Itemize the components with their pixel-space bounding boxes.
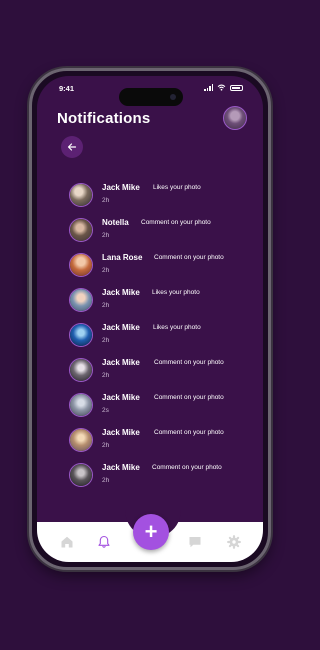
notification-item[interactable]: Jack Mike Comment on your photo 2h <box>69 463 253 493</box>
notification-name: Notella <box>102 218 129 227</box>
back-button[interactable] <box>61 136 83 158</box>
side-button <box>29 131 30 149</box>
avatar <box>69 218 93 242</box>
dynamic-island <box>119 88 183 106</box>
avatar <box>69 183 93 207</box>
notification-time: 2h <box>102 232 110 239</box>
avatar <box>69 253 93 277</box>
settings-icon[interactable] <box>226 534 242 550</box>
avatar <box>69 358 93 382</box>
status-bar: 9:41 <box>37 82 263 106</box>
notification-time: 2h <box>102 267 110 274</box>
notification-name: Jack Mike <box>102 323 140 332</box>
notification-action: Comment on your photo <box>141 219 211 226</box>
notification-time: 2h <box>102 337 110 344</box>
avatar <box>69 323 93 347</box>
home-icon[interactable] <box>59 534 75 550</box>
notification-name: Lana Rose <box>102 253 143 262</box>
notification-action: Comment on your photo <box>154 254 224 261</box>
notification-item[interactable]: Jack Mike Comment on your photo 2s <box>69 393 253 423</box>
notification-name: Jack Mike <box>102 463 140 472</box>
camera-icon <box>170 94 176 100</box>
notification-name: Jack Mike <box>102 183 140 192</box>
notification-time: 2h <box>102 477 110 484</box>
notification-item[interactable]: Lana Rose Comment on your photo 2h <box>69 253 253 283</box>
side-button <box>270 175 271 215</box>
notification-time: 2h <box>102 372 110 379</box>
app-screen: 9:41 Notifications Jack Mike Likes your … <box>37 76 263 562</box>
notification-action: Likes your photo <box>152 289 200 296</box>
side-button <box>29 195 30 223</box>
profile-avatar[interactable] <box>223 106 247 130</box>
notification-name: Jack Mike <box>102 358 140 367</box>
phone-frame: 9:41 Notifications Jack Mike Likes your … <box>29 68 271 570</box>
notification-time: 2h <box>102 197 110 204</box>
add-button[interactable]: + <box>133 514 169 550</box>
plus-icon: + <box>144 519 158 544</box>
notification-action: Comment on your photo <box>154 359 224 366</box>
side-button <box>29 161 30 189</box>
bell-icon[interactable] <box>96 534 112 550</box>
notification-time: 2h <box>102 442 110 449</box>
status-time: 9:41 <box>59 84 75 93</box>
notification-item[interactable]: Jack Mike Likes your photo 2h <box>69 183 253 213</box>
status-icons <box>204 84 243 91</box>
wifi-icon <box>217 84 226 91</box>
battery-icon <box>230 84 243 91</box>
notification-item[interactable]: Jack Mike Likes your photo 2h <box>69 288 253 318</box>
chat-icon[interactable] <box>187 534 203 550</box>
signal-icon <box>204 84 213 91</box>
notification-item[interactable]: Jack Mike Likes your photo 2h <box>69 323 253 353</box>
notification-action: Likes your photo <box>153 324 201 331</box>
page-title: Notifications <box>57 110 151 127</box>
notification-action: Comment on your photo <box>152 464 222 471</box>
avatar <box>69 393 93 417</box>
notification-item[interactable]: Notella Comment on your photo 2h <box>69 218 253 248</box>
arrow-left-icon <box>67 143 77 151</box>
notification-name: Jack Mike <box>102 393 140 402</box>
avatar <box>69 288 93 312</box>
notification-item[interactable]: Jack Mike Comment on your photo 2h <box>69 358 253 388</box>
notification-action: Comment on your photo <box>154 429 224 436</box>
notification-item[interactable]: Jack Mike Comment on your photo 2h <box>69 428 253 458</box>
avatar <box>69 428 93 452</box>
notification-name: Jack Mike <box>102 288 140 297</box>
notification-time: 2h <box>102 302 110 309</box>
notification-time: 2s <box>102 407 109 414</box>
notification-action: Likes your photo <box>153 184 201 191</box>
notification-action: Comment on your photo <box>154 394 224 401</box>
avatar <box>69 463 93 487</box>
notification-name: Jack Mike <box>102 428 140 437</box>
